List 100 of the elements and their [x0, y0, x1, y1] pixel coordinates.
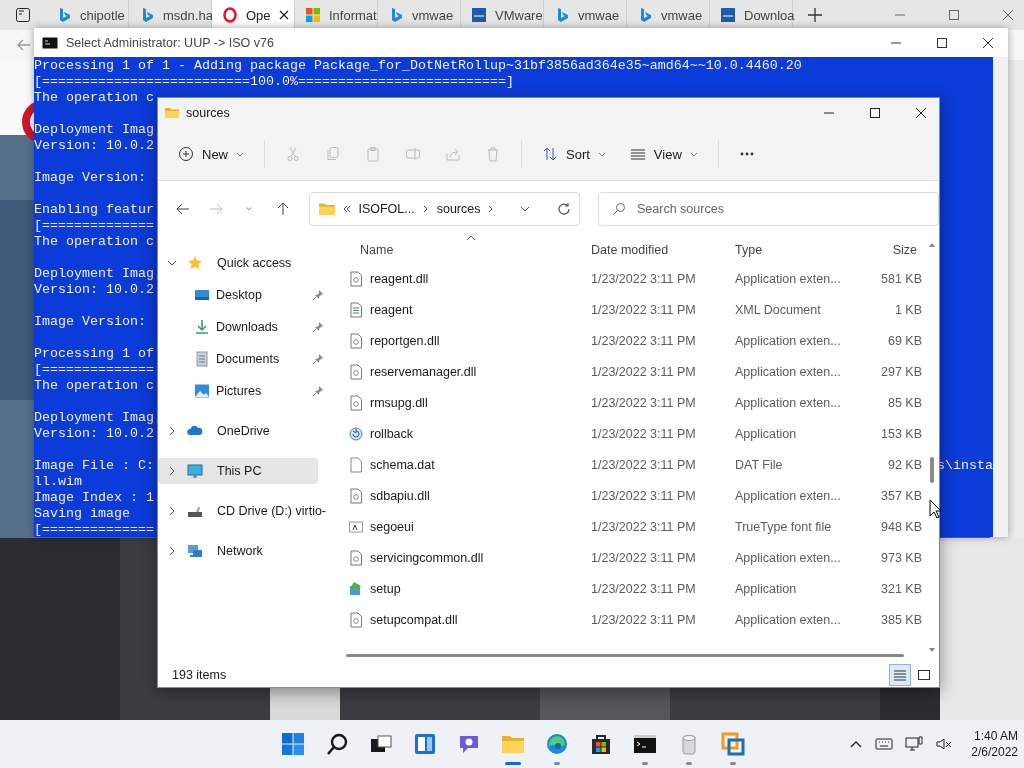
- column-header[interactable]: Type: [728, 237, 848, 263]
- console-line: The operation c: [34, 90, 154, 106]
- scrollbar[interactable]: [993, 57, 1008, 537]
- caret-icon: [236, 150, 244, 158]
- date-modified: 1/23/2022 3:11 PM: [590, 488, 697, 503]
- view-icon: [629, 146, 646, 162]
- date-modified: 1/23/2022 3:11 PM: [590, 550, 697, 565]
- file-size: 357 KB: [880, 488, 923, 503]
- folder-icon: [318, 200, 337, 218]
- refresh-icon: [557, 202, 572, 216]
- file-type: Application exten...: [734, 488, 842, 503]
- file-name[interactable]: setupcompat.dll: [370, 612, 458, 627]
- file-type: Application exten...: [734, 364, 842, 379]
- nav-item[interactable]: OneDrive: [158, 418, 328, 444]
- file-name[interactable]: servicingcommon.dll: [370, 550, 484, 565]
- terminal-icon: [633, 732, 657, 756]
- maximize-icon[interactable]: [936, 36, 948, 49]
- store-icon: [589, 732, 613, 756]
- sort-button[interactable]: Sort: [534, 137, 614, 171]
- clock-time[interactable]: 1:40 AM: [973, 728, 1018, 744]
- setup-icon: [348, 580, 364, 597]
- search-field[interactable]: Search sources: [598, 192, 940, 226]
- new-tab-icon[interactable]: [807, 7, 823, 23]
- file-size: 85 KB: [886, 395, 923, 410]
- file-type: DAT File: [734, 457, 784, 472]
- console-line: Version: 10.0.2: [34, 138, 154, 154]
- search-icon: [612, 202, 627, 216]
- settings-file-icon: [348, 363, 364, 380]
- close-icon[interactable]: [278, 10, 289, 20]
- scrollbar-thumb[interactable]: [930, 457, 934, 483]
- widgets-icon: [413, 732, 437, 756]
- close-icon[interactable]: [915, 107, 927, 119]
- maximize-icon[interactable]: [869, 107, 881, 119]
- date-modified: 1/23/2022 3:11 PM: [590, 395, 697, 410]
- file-name[interactable]: reportgen.dll: [370, 333, 440, 348]
- keyboard-icon: [875, 735, 894, 753]
- nav-item[interactable]: Desktop: [158, 282, 328, 308]
- nav-item[interactable]: This PC: [158, 458, 318, 484]
- clock-date[interactable]: 2/6/2022: [971, 744, 1018, 760]
- file-name[interactable]: reservemanager.dll: [370, 364, 477, 379]
- sort-icon: [542, 146, 558, 162]
- tab-actions-icon: [15, 7, 31, 23]
- address-bar[interactable]: ISOFOL... sources: [309, 192, 581, 226]
- file-size: 973 KB: [880, 550, 923, 565]
- folder-icon: [164, 105, 180, 121]
- file-size: 581 KB: [880, 271, 923, 286]
- column-header[interactable]: Size: [848, 237, 925, 263]
- square-logo-icon: [471, 7, 487, 23]
- overlapping-squares-icon: [721, 732, 745, 756]
- file-type: XML Document: [734, 302, 822, 317]
- browser-tab[interactable]: Ope: [212, 0, 295, 30]
- file-name[interactable]: reagent: [370, 302, 413, 317]
- console-line: Version: 10.0.2: [34, 282, 154, 298]
- network-icon: [905, 735, 924, 753]
- settings-file-icon: [348, 611, 364, 628]
- nav-item[interactable]: CD Drive (D:) virtio-: [158, 498, 328, 524]
- column-header[interactable]: Name: [332, 237, 584, 263]
- console-line: Image File : C:: [34, 458, 154, 474]
- console-line: [==============: [34, 362, 154, 378]
- back-arrow-icon: [16, 37, 32, 53]
- file-name[interactable]: rollback: [370, 426, 414, 441]
- file-name[interactable]: rmsupg.dll: [370, 395, 428, 410]
- file-name[interactable]: reagent.dll: [370, 271, 429, 286]
- star-icon: [187, 255, 203, 271]
- close-icon[interactable]: [982, 36, 994, 49]
- file-name[interactable]: segoeui: [370, 519, 414, 534]
- nav-item[interactable]: Pictures: [158, 378, 328, 404]
- browser-icon: [545, 732, 569, 756]
- settings-file-icon: [348, 549, 364, 566]
- four-squares-icon: [305, 7, 321, 23]
- back-arrow-icon: [174, 201, 191, 217]
- breadcrumb[interactable]: sources: [436, 202, 481, 216]
- file-name[interactable]: sdbapiu.dll: [370, 488, 430, 503]
- date-modified: 1/23/2022 3:11 PM: [590, 519, 697, 534]
- breadcrumb[interactable]: ISOFOL...: [358, 202, 415, 216]
- view-button[interactable]: View: [621, 137, 706, 171]
- caret-icon: [597, 150, 606, 158]
- window-title: sources: [186, 106, 230, 120]
- file-type: Application exten...: [734, 333, 842, 348]
- date-modified: 1/23/2022 3:11 PM: [590, 364, 697, 379]
- start-icon: [281, 732, 305, 756]
- new-button[interactable]: New: [170, 137, 252, 171]
- console-line: [==============: [34, 522, 154, 537]
- nav-item[interactable]: Quick access: [158, 250, 328, 276]
- scissors-icon: [285, 146, 301, 162]
- file-type: Application exten...: [734, 271, 842, 286]
- date-modified: 1/23/2022 3:11 PM: [590, 333, 697, 348]
- file-name[interactable]: setup: [370, 581, 401, 596]
- date-modified: 1/23/2022 3:11 PM: [590, 302, 697, 317]
- file-size: 385 KB: [880, 612, 923, 627]
- console-line: Image Version:: [34, 314, 146, 330]
- nav-item[interactable]: Network: [158, 538, 328, 564]
- date-modified: 1/23/2022 3:11 PM: [590, 426, 697, 441]
- console-line: Deployment Imag: [34, 122, 154, 138]
- nav-item[interactable]: Downloads: [158, 314, 328, 340]
- nav-item[interactable]: Documents: [158, 346, 328, 372]
- column-header[interactable]: Date modified: [584, 237, 728, 263]
- horizontal-scrollbar[interactable]: [346, 653, 904, 657]
- console-line: [==============: [34, 218, 154, 234]
- file-name[interactable]: schema.dat: [370, 457, 435, 472]
